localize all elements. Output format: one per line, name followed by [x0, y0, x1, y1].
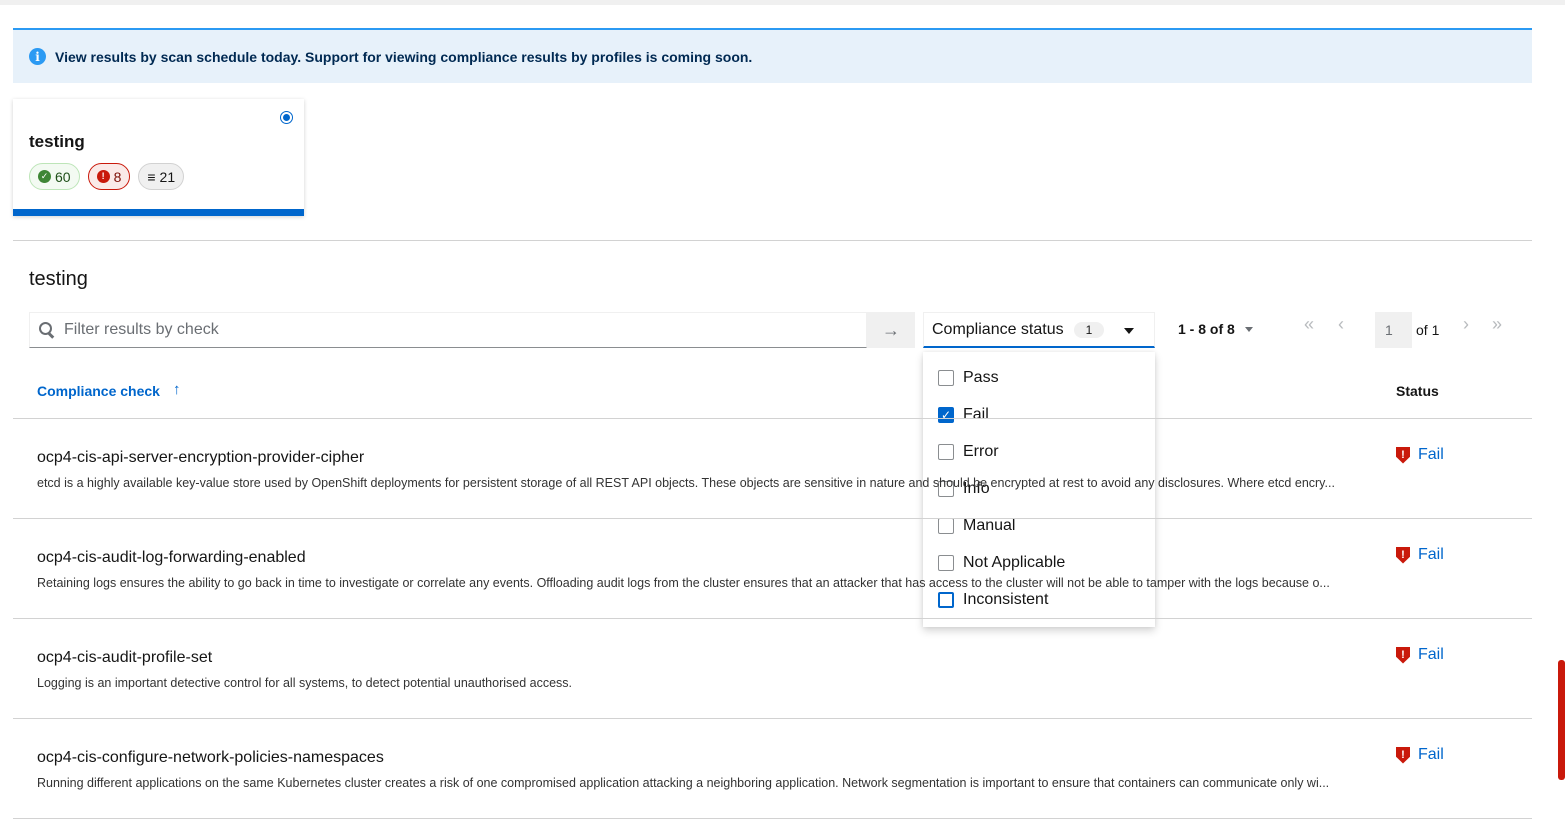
- pass-count: 60: [55, 168, 71, 185]
- status-cell[interactable]: ! Fail: [1396, 546, 1444, 564]
- selected-card-bar: [13, 209, 304, 216]
- shield-exclamation-icon: !: [1396, 746, 1410, 764]
- search-box: [29, 312, 867, 348]
- search-icon: [38, 321, 56, 339]
- table-row: ocp4-cis-audit-profile-set Logging is an…: [13, 619, 1532, 719]
- pagination-toggle[interactable]: 1 - 8 of 8: [1178, 321, 1253, 337]
- table-row: ocp4-cis-audit-log-forwarding-enabled Re…: [13, 519, 1532, 619]
- fail-count: 8: [113, 168, 122, 185]
- status-option-pass[interactable]: Pass: [923, 359, 1155, 396]
- checkbox[interactable]: [938, 369, 954, 386]
- status-fail-link[interactable]: Fail: [1418, 646, 1444, 664]
- check-description: Logging is an important detective contro…: [37, 676, 573, 690]
- previous-page-icon[interactable]: ‹: [1338, 314, 1344, 335]
- pass-count-badge: ✓ 60: [29, 163, 80, 190]
- shield-exclamation-icon: !: [1396, 446, 1410, 464]
- status-cell[interactable]: ! Fail: [1396, 446, 1444, 464]
- caret-down-icon: [1244, 326, 1253, 332]
- info-circle-icon: i: [29, 48, 46, 65]
- scan-card-radio[interactable]: [280, 111, 293, 124]
- status-cell[interactable]: ! Fail: [1396, 646, 1444, 664]
- check-description: etcd is a highly available key-value sto…: [37, 476, 1335, 490]
- search-submit-button[interactable]: →: [867, 312, 915, 348]
- check-name[interactable]: ocp4-cis-audit-profile-set: [37, 649, 212, 667]
- check-description: Retaining logs ensures the ability to go…: [37, 576, 1330, 590]
- sort-ascending-icon[interactable]: ↑: [173, 381, 181, 398]
- check-name[interactable]: ocp4-cis-configure-network-policies-name…: [37, 749, 384, 767]
- table-row: ocp4-cis-configure-network-policies-name…: [13, 719, 1532, 819]
- scan-card-title: testing: [29, 132, 85, 151]
- table-row: ocp4-cis-api-server-encryption-provider-…: [13, 419, 1532, 519]
- check-name[interactable]: ocp4-cis-audit-log-forwarding-enabled: [37, 549, 306, 567]
- first-page-icon[interactable]: «: [1304, 314, 1314, 335]
- column-header-status: Status: [1396, 383, 1439, 399]
- check-description: Running different applications on the sa…: [37, 776, 1330, 790]
- other-count: 21: [159, 168, 176, 185]
- option-label: Pass: [963, 368, 999, 386]
- shield-exclamation-icon: !: [1396, 546, 1410, 564]
- section-divider: [13, 240, 1532, 241]
- status-fail-link[interactable]: Fail: [1418, 746, 1444, 764]
- search-input[interactable]: [62, 320, 842, 340]
- next-page-icon[interactable]: ›: [1463, 314, 1469, 335]
- last-page-icon[interactable]: »: [1492, 314, 1502, 335]
- status-cell[interactable]: ! Fail: [1396, 746, 1444, 764]
- fail-count-badge: ! 8: [87, 163, 131, 190]
- alert-text: View results by scan schedule today. Sup…: [55, 48, 753, 65]
- page-total: of 1: [1416, 322, 1440, 338]
- scrollbar-thumb[interactable]: [1558, 660, 1565, 780]
- scan-card-badges: ✓ 60 ! 8 ≡ 21: [29, 163, 185, 190]
- exclamation-circle-icon: !: [96, 170, 110, 183]
- page-number-input[interactable]: 1: [1375, 312, 1412, 348]
- status-fail-link[interactable]: Fail: [1418, 546, 1444, 564]
- check-circle-icon: ✓: [38, 170, 51, 183]
- info-alert: i View results by scan schedule today. S…: [13, 28, 1532, 83]
- arrow-right-icon: →: [882, 319, 900, 340]
- compliance-status-label: Compliance status: [932, 320, 1064, 338]
- column-header-compliance-check[interactable]: Compliance check: [37, 383, 160, 399]
- section-title: testing: [29, 268, 88, 290]
- top-strip: [0, 0, 1565, 5]
- caret-down-icon: [1124, 328, 1134, 334]
- check-name[interactable]: ocp4-cis-api-server-encryption-provider-…: [37, 449, 364, 467]
- shield-exclamation-icon: !: [1396, 646, 1410, 664]
- other-count-badge: ≡ 21: [138, 163, 185, 190]
- pagination-range: 1 - 8 of 8: [1178, 321, 1235, 337]
- list-icon: ≡: [147, 168, 156, 185]
- selected-count-badge: 1: [1073, 321, 1105, 338]
- status-fail-link[interactable]: Fail: [1418, 446, 1444, 464]
- scan-card[interactable]: testing ✓ 60 ! 8 ≡ 21: [13, 99, 304, 216]
- compliance-status-select[interactable]: Compliance status 1: [923, 312, 1155, 348]
